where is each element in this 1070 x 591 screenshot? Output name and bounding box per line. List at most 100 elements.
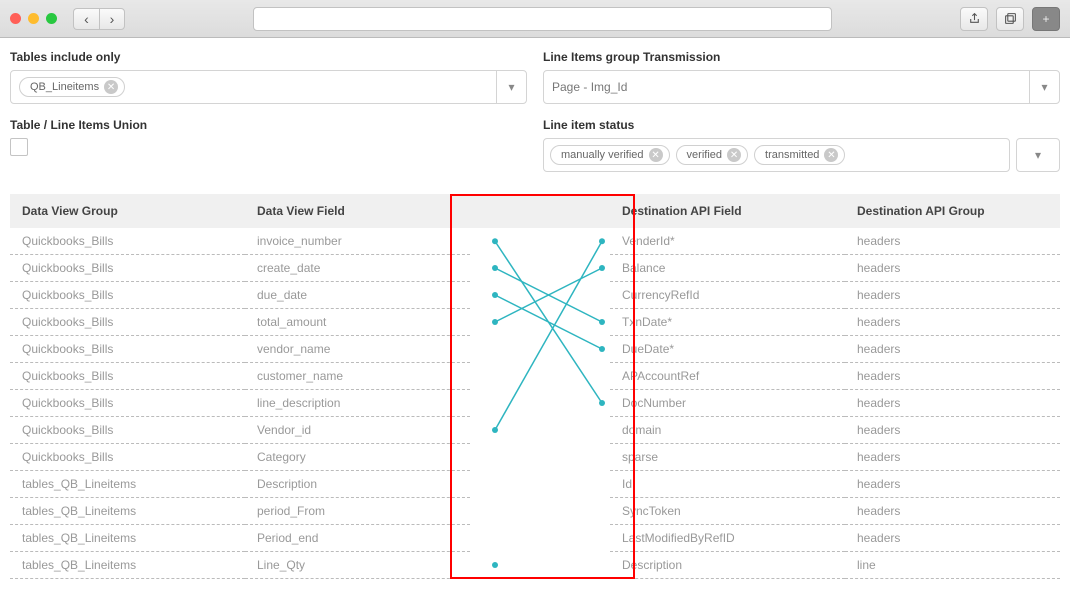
chip-label: transmitted <box>765 149 819 161</box>
table-row[interactable]: tables_QB_LineitemsLine_QtyDescriptionli… <box>10 552 1060 579</box>
table-row[interactable]: tables_QB_LineitemsDescription Idheaders <box>10 471 1060 498</box>
chip-remove-icon[interactable]: ✕ <box>104 80 118 94</box>
cell-api-group: headers <box>845 498 1060 525</box>
cell-api-group: headers <box>845 390 1060 417</box>
chip-label: QB_Lineitems <box>30 81 99 93</box>
cell-dv-field: total_amount <box>245 309 470 336</box>
tables-chip[interactable]: QB_Lineitems ✕ <box>19 77 125 97</box>
cell-gap <box>470 525 610 552</box>
cell-api-group: headers <box>845 336 1060 363</box>
table-row[interactable]: Quickbooks_BillsVendor_iddomainheaders <box>10 417 1060 444</box>
cell-dv-field: period_From <box>245 498 470 525</box>
cell-api-group: headers <box>845 471 1060 498</box>
cell-dv-field: due_date <box>245 282 470 309</box>
table-row[interactable]: Quickbooks_BillsCategorysparseheaders <box>10 444 1060 471</box>
cell-dv-group: Quickbooks_Bills <box>10 444 245 471</box>
cell-api-field: Description <box>610 552 845 579</box>
cell-dv-group: Quickbooks_Bills <box>10 255 245 282</box>
cell-api-group: headers <box>845 417 1060 444</box>
minimize-window-icon[interactable] <box>28 13 39 24</box>
back-button[interactable]: ‹ <box>73 8 99 30</box>
tables-include-select[interactable]: QB_Lineitems ✕ ▾ <box>10 70 527 104</box>
transmission-select[interactable]: Page - Img_Id ▾ <box>543 70 1060 104</box>
cell-dv-group: Quickbooks_Bills <box>10 228 245 255</box>
cell-dv-field: vendor_name <box>245 336 470 363</box>
status-chip[interactable]: transmitted ✕ <box>754 145 845 165</box>
union-label: Table / Line Items Union <box>10 118 527 132</box>
cell-dv-field: customer_name <box>245 363 470 390</box>
chip-remove-icon[interactable]: ✕ <box>727 148 741 162</box>
chip-label: verified <box>687 149 722 161</box>
table-row[interactable]: tables_QB_LineitemsPeriod_endLastModifie… <box>10 525 1060 552</box>
cell-gap <box>470 498 610 525</box>
table-row[interactable]: Quickbooks_Billsvendor_nameDueDate*heade… <box>10 336 1060 363</box>
cell-dv-field: Line_Qty <box>245 552 470 579</box>
chip-remove-icon[interactable]: ✕ <box>824 148 838 162</box>
union-checkbox[interactable] <box>10 138 28 156</box>
cell-dv-field: Period_end <box>245 525 470 552</box>
header-dv-group: Data View Group <box>10 194 245 228</box>
cell-api-group: headers <box>845 255 1060 282</box>
cell-gap <box>470 363 610 390</box>
close-window-icon[interactable] <box>10 13 21 24</box>
tabs-button[interactable] <box>996 7 1024 31</box>
dropdown-caret-icon[interactable]: ▾ <box>496 71 526 103</box>
cell-api-field: domain <box>610 417 845 444</box>
forward-button[interactable]: › <box>99 8 125 30</box>
cell-api-group: line <box>845 552 1060 579</box>
maximize-window-icon[interactable] <box>46 13 57 24</box>
cell-gap <box>470 444 610 471</box>
cell-gap <box>470 552 610 579</box>
cell-dv-field: Vendor_id <box>245 417 470 444</box>
header-api-group: Destination API Group <box>845 194 1060 228</box>
cell-gap <box>470 471 610 498</box>
table-row[interactable]: Quickbooks_Billsdue_dateCurrencyRefIdhea… <box>10 282 1060 309</box>
cell-api-field: Balance <box>610 255 845 282</box>
cell-dv-group: Quickbooks_Bills <box>10 309 245 336</box>
table-row[interactable]: tables_QB_Lineitemsperiod_From SyncTokenh… <box>10 498 1060 525</box>
cell-gap <box>470 336 610 363</box>
tables-include-label: Tables include only <box>10 50 527 64</box>
cell-api-field: SyncToken <box>610 498 845 525</box>
table-row[interactable]: Quickbooks_Billsinvoice_numberVenderId*h… <box>10 228 1060 255</box>
cell-api-field: LastModifiedByRefID <box>610 525 845 552</box>
mapping-table: Data View Group Data View Field Destinat… <box>10 194 1060 579</box>
chip-label: manually verified <box>561 149 644 161</box>
nav-arrows: ‹ › <box>73 8 125 30</box>
traffic-lights <box>10 13 57 24</box>
cell-gap <box>470 417 610 444</box>
share-button[interactable] <box>960 7 988 31</box>
table-row[interactable]: Quickbooks_Billscustomer_nameAPAccountRe… <box>10 363 1060 390</box>
status-chip[interactable]: verified ✕ <box>676 145 748 165</box>
cell-dv-group: Quickbooks_Bills <box>10 282 245 309</box>
status-dropdown-button[interactable]: ▾ <box>1016 138 1060 172</box>
table-row[interactable]: Quickbooks_Billstotal_amountTxnDate*head… <box>10 309 1060 336</box>
chip-remove-icon[interactable]: ✕ <box>649 148 663 162</box>
cell-dv-group: tables_QB_Lineitems <box>10 471 245 498</box>
cell-api-group: headers <box>845 228 1060 255</box>
cell-gap <box>470 309 610 336</box>
dropdown-caret-icon[interactable]: ▾ <box>1029 71 1059 103</box>
table-row[interactable]: Quickbooks_Billsline_descriptionDocNumbe… <box>10 390 1060 417</box>
browser-chrome: ‹ › + <box>0 0 1070 38</box>
header-gap <box>470 194 610 228</box>
new-tab-button[interactable]: + <box>1032 7 1060 31</box>
cell-api-field: TxnDate* <box>610 309 845 336</box>
status-chip[interactable]: manually verified ✕ <box>550 145 670 165</box>
cell-dv-field: Category <box>245 444 470 471</box>
cell-api-group: headers <box>845 525 1060 552</box>
cell-api-group: headers <box>845 444 1060 471</box>
table-header-row: Data View Group Data View Field Destinat… <box>10 194 1060 228</box>
table-row[interactable]: Quickbooks_Billscreate_dateBalanceheader… <box>10 255 1060 282</box>
cell-api-field: APAccountRef <box>610 363 845 390</box>
status-chips-container[interactable]: manually verified ✕ verified ✕ transmitted ✕ <box>543 138 1010 172</box>
header-api-field: Destination API Field <box>610 194 845 228</box>
cell-gap <box>470 228 610 255</box>
transmission-label: Line Items group Transmission <box>543 50 1060 64</box>
cell-dv-field: invoice_number <box>245 228 470 255</box>
url-bar[interactable] <box>253 7 832 31</box>
cell-api-field: Id <box>610 471 845 498</box>
cell-dv-group: tables_QB_Lineitems <box>10 498 245 525</box>
cell-api-field: CurrencyRefId <box>610 282 845 309</box>
cell-dv-field: Description <box>245 471 470 498</box>
